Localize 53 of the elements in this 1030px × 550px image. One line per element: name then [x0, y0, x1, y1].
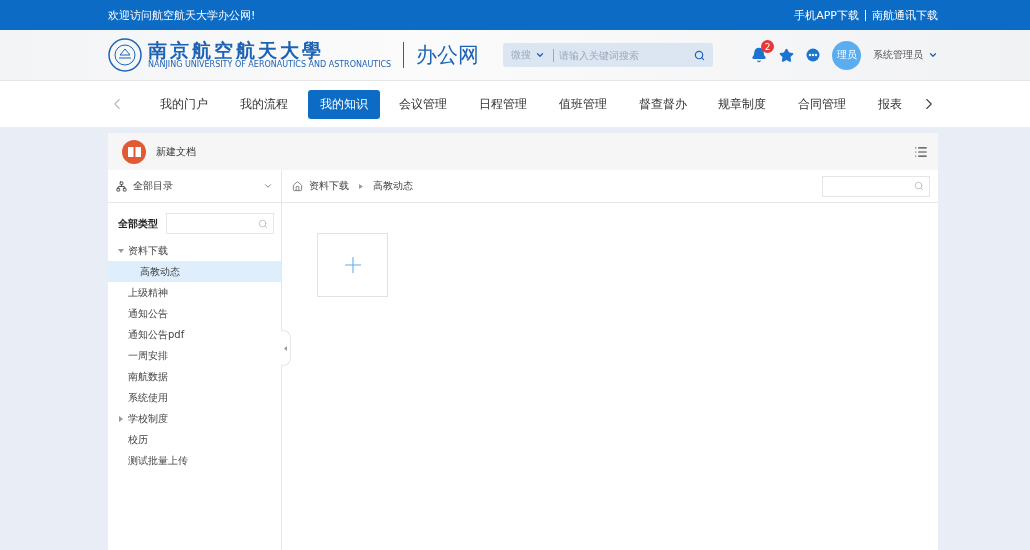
- list-icon[interactable]: [914, 144, 928, 159]
- tree-item[interactable]: 通知公告: [108, 303, 281, 324]
- type-label: 全部类型: [118, 216, 158, 231]
- tree-item[interactable]: 校历: [108, 429, 281, 450]
- nav-tab[interactable]: 报表: [865, 89, 914, 119]
- book-icon[interactable]: [122, 139, 146, 164]
- nav-tab[interactable]: 会议管理: [387, 89, 460, 119]
- download-link[interactable]: 手机APP下载: [794, 7, 859, 23]
- university-name: 南京航空航天大學: [148, 41, 325, 60]
- caret-left-icon: [284, 345, 287, 351]
- tree-item[interactable]: 高教动态: [108, 261, 281, 282]
- nav-tab[interactable]: 督查督办: [626, 89, 699, 119]
- chevron-down-icon: [263, 181, 273, 191]
- bell-icon[interactable]: [751, 47, 767, 63]
- welcome-text: 欢迎访问航空航天大学办公网!: [108, 7, 256, 23]
- more-icon[interactable]: [806, 48, 820, 62]
- breadcrumb-link[interactable]: 高教动态: [373, 179, 413, 193]
- tree-item[interactable]: 一周安排: [108, 345, 281, 366]
- notification-badge: 2: [761, 40, 774, 53]
- tree-item[interactable]: 学校制度: [108, 408, 281, 429]
- type-search-field[interactable]: [166, 213, 274, 234]
- star-icon[interactable]: [779, 47, 794, 63]
- home-icon[interactable]: [292, 180, 303, 192]
- tree-item[interactable]: 测试批量上传: [108, 450, 281, 471]
- tree-item[interactable]: 南航数据: [108, 366, 281, 387]
- university-subtitle: NANJING UNIVERSITY OF AERONAUTICS AND ASTRONAUTICS: [148, 60, 392, 69]
- nav-tab[interactable]: 规章制度: [706, 89, 779, 119]
- nav-tab[interactable]: 日程管理: [467, 89, 540, 119]
- add-document-tile[interactable]: [317, 233, 388, 297]
- nav-tab[interactable]: 我的知识: [307, 89, 380, 119]
- nav-tab[interactable]: 我的门户: [148, 89, 220, 119]
- hierarchy-icon: [116, 180, 127, 192]
- separator-arrow-icon: [359, 183, 363, 189]
- caret-right-icon: [118, 415, 124, 422]
- site-title: 办公网: [416, 42, 480, 69]
- tree-item[interactable]: 上级精神: [108, 282, 281, 303]
- collapse-handle[interactable]: [281, 330, 291, 366]
- nav-tab[interactable]: 我的流程: [227, 89, 300, 119]
- chevron-down-icon: [535, 50, 545, 60]
- tree-item[interactable]: 通知公告pdf: [108, 324, 281, 345]
- search-field[interactable]: [822, 175, 930, 197]
- caret-down-icon: [118, 247, 124, 254]
- nav-tab[interactable]: 合同管理: [786, 89, 859, 119]
- tree-item[interactable]: 资料下载: [108, 240, 281, 261]
- new-document-label[interactable]: 新建文档: [156, 144, 196, 159]
- tree-item[interactable]: 系统使用: [108, 387, 281, 408]
- university-seal-icon: [108, 38, 142, 72]
- search-icon[interactable]: [694, 49, 705, 61]
- breadcrumb-link[interactable]: 资料下载: [309, 179, 349, 193]
- download-link[interactable]: 南航通讯下载: [872, 7, 938, 23]
- chevron-down-icon: [928, 50, 938, 60]
- user-menu[interactable]: 系统管理员: [873, 48, 938, 62]
- nav-tab[interactable]: 值班管理: [546, 89, 619, 119]
